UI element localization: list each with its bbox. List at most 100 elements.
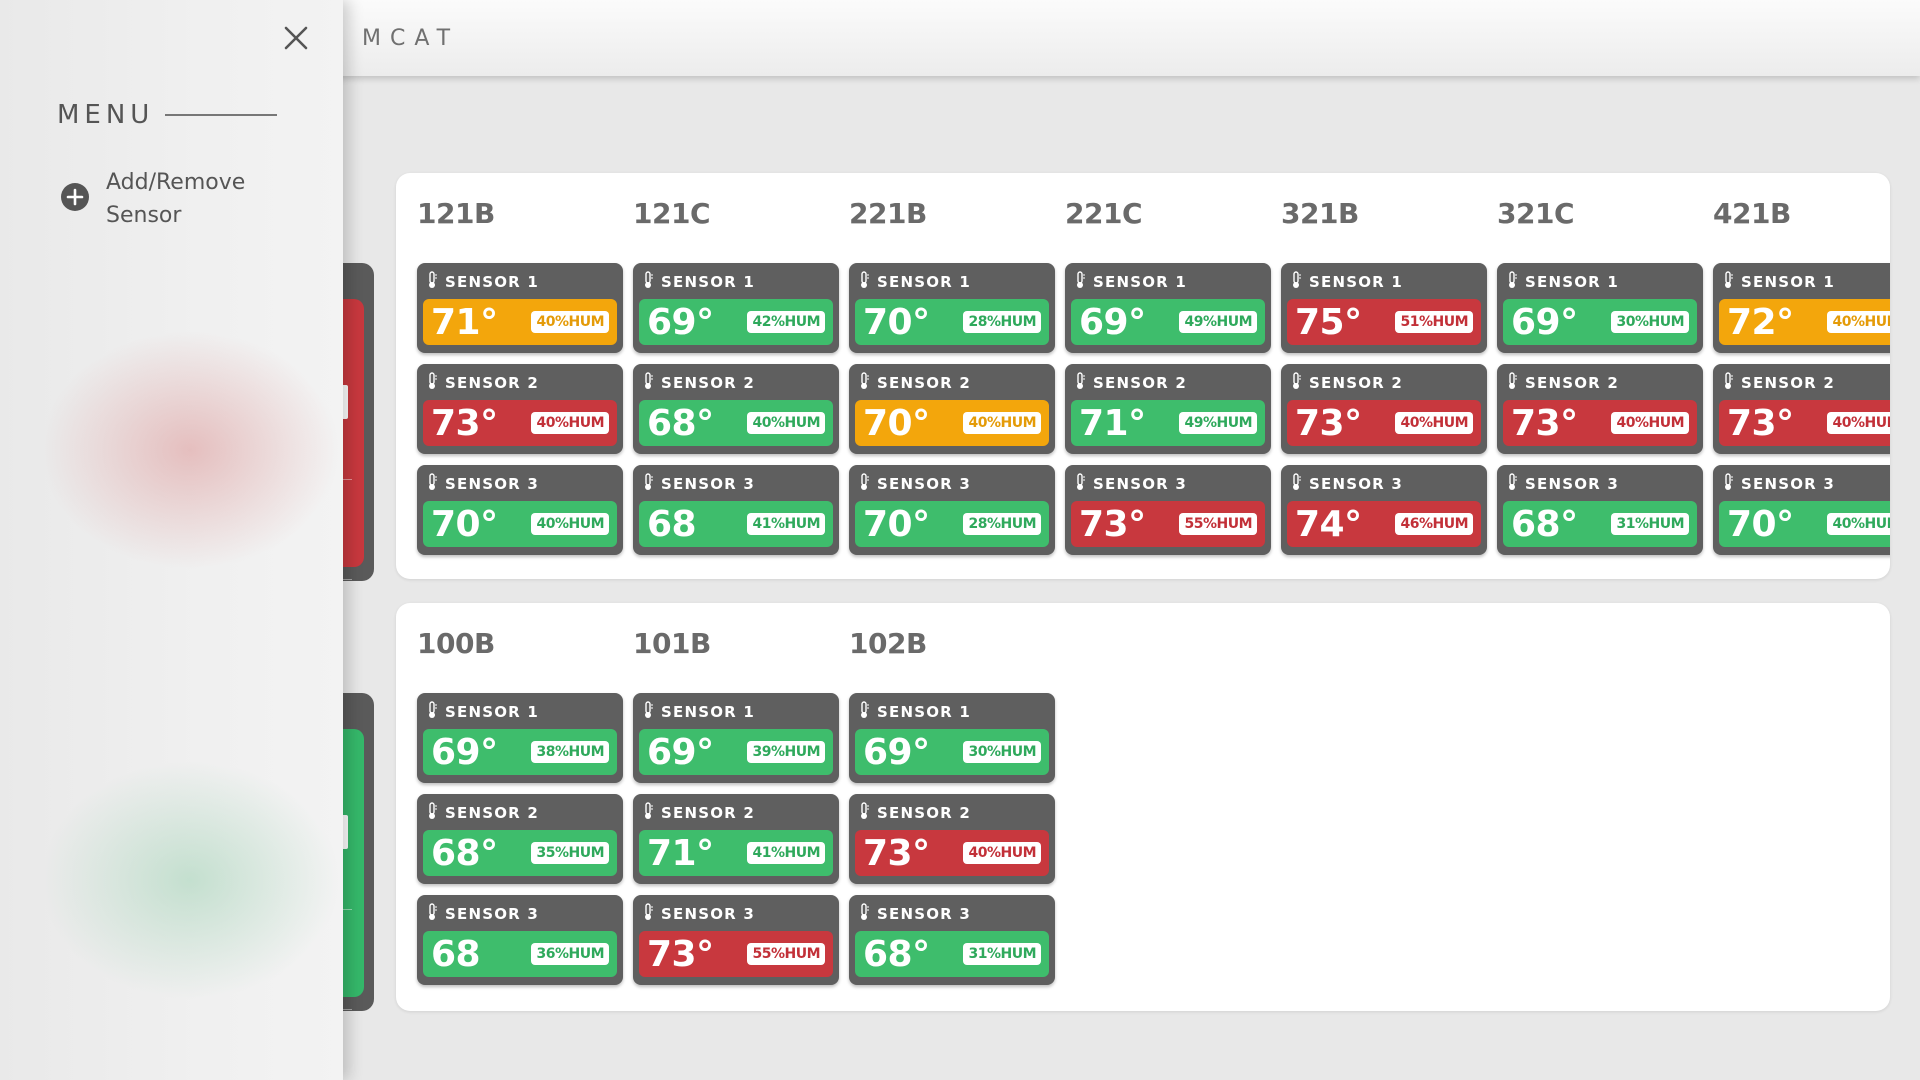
humidity-badge: 30%HUM: [1611, 311, 1689, 333]
sensor-card[interactable]: SENSOR 2 73° 40%HUM: [1713, 364, 1890, 454]
sensor-card[interactable]: SENSOR 2 73° 40%HUM: [1281, 364, 1487, 454]
room-column: 121C SENSOR 1 69° 42%HUM SENSOR 2 68° 40%HUM SE…: [633, 173, 839, 579]
sensor-label: SENSOR 2: [1309, 374, 1403, 392]
sensor-card[interactable]: SENSOR 1 69° 30%HUM: [849, 693, 1055, 783]
sensor-card[interactable]: SENSOR 3 70° 28%HUM: [849, 465, 1055, 555]
sensor-title: SENSOR 1: [1291, 271, 1403, 293]
temperature-value: 73°: [1079, 503, 1146, 545]
sensor-title: SENSOR 1: [643, 271, 755, 293]
sensor-card[interactable]: SENSOR 2 73° 40%HUM: [849, 794, 1055, 884]
sensor-label: SENSOR 1: [445, 703, 539, 721]
temperature-value: 68: [431, 933, 481, 975]
thermometer-icon: [643, 271, 653, 293]
sensor-title: SENSOR 2: [859, 802, 971, 824]
sensor-card[interactable]: SENSOR 2 68° 35%HUM: [417, 794, 623, 884]
sensor-reading-green: 68° 31%HUM: [855, 931, 1049, 977]
sensor-card[interactable]: SENSOR 3 74° 46%HUM: [1281, 465, 1487, 555]
sensor-card[interactable]: SENSOR 3 70° 40%HUM: [1713, 465, 1890, 555]
sensor-title: SENSOR 2: [427, 802, 539, 824]
sensor-title: SENSOR 3: [1075, 473, 1187, 495]
sensor-card[interactable]: SENSOR 2 71° 49%HUM: [1065, 364, 1271, 454]
sensor-title: SENSOR 2: [427, 372, 539, 394]
sensor-title: SENSOR 3: [1507, 473, 1619, 495]
sensor-title: SENSOR 2: [859, 372, 971, 394]
sensor-label: SENSOR 2: [877, 804, 971, 822]
sensor-label: SENSOR 2: [877, 374, 971, 392]
room-column: 100B SENSOR 1 69° 38%HUM SENSOR 2 68° 35%HUM SE…: [417, 603, 623, 1011]
sensor-reading-green: 69° 49%HUM: [1071, 299, 1265, 345]
humidity-badge: 55%HUM: [1179, 513, 1257, 535]
humidity-badge: 40%HUM: [1827, 412, 1890, 434]
sensor-card[interactable]: SENSOR 1 69° 30%HUM: [1497, 263, 1703, 353]
room-name: 121B: [417, 197, 495, 230]
add-remove-sensor-menu-item[interactable]: Add/Remove Sensor: [60, 166, 300, 230]
sensor-card[interactable]: SENSOR 1 71° 40%HUM: [417, 263, 623, 353]
sensor-card[interactable]: SENSOR 2 73° 40%HUM: [417, 364, 623, 454]
thermometer-icon: [1507, 372, 1517, 394]
sensor-card[interactable]: SENSOR 1 69° 39%HUM: [633, 693, 839, 783]
sensor-title: SENSOR 3: [427, 903, 539, 925]
room-column: 102B SENSOR 1 69° 30%HUM SENSOR 2 73° 40%HUM SE…: [849, 603, 1055, 1011]
humidity-badge: 28%HUM: [963, 311, 1041, 333]
sensor-reading-orange: 71° 40%HUM: [423, 299, 617, 345]
humidity-badge: 49%HUM: [1179, 311, 1257, 333]
temperature-value: 72°: [1727, 301, 1794, 343]
sensor-card[interactable]: SENSOR 2 71° 41%HUM: [633, 794, 839, 884]
temperature-value: 68°: [647, 402, 714, 444]
sensor-label: SENSOR 1: [1093, 273, 1187, 291]
sensor-card[interactable]: SENSOR 3 68° 31%HUM: [849, 895, 1055, 985]
sensor-card[interactable]: SENSOR 3 68 41%HUM: [633, 465, 839, 555]
sensor-card[interactable]: SENSOR 2 73° 40%HUM: [1497, 364, 1703, 454]
sensor-card[interactable]: SENSOR 3 73° 55%HUM: [1065, 465, 1271, 555]
room-column: 221C SENSOR 1 69° 49%HUM SENSOR 2 71° 49%HUM SE…: [1065, 173, 1271, 579]
temperature-value: 68°: [431, 832, 498, 874]
sensor-card[interactable]: SENSOR 3 70° 40%HUM: [417, 465, 623, 555]
thermometer-icon: [859, 701, 869, 723]
close-icon[interactable]: [280, 22, 312, 54]
thermometer-icon: [1291, 271, 1301, 293]
thermometer-icon: [427, 701, 437, 723]
sensor-card[interactable]: SENSOR 1 75° 51%HUM: [1281, 263, 1487, 353]
humidity-badge: 31%HUM: [1611, 513, 1689, 535]
sensor-card[interactable]: SENSOR 1 69° 49%HUM: [1065, 263, 1271, 353]
sensor-label: SENSOR 1: [877, 273, 971, 291]
sensor-card[interactable]: SENSOR 3 68 36%HUM: [417, 895, 623, 985]
sensor-card[interactable]: SENSOR 1 72° 40%HUM: [1713, 263, 1890, 353]
sensor-title: SENSOR 3: [427, 473, 539, 495]
room-column: 101B SENSOR 1 69° 39%HUM SENSOR 2 71° 41%HUM SE…: [633, 603, 839, 1011]
sensor-title: SENSOR 3: [1291, 473, 1403, 495]
humidity-badge: 41%HUM: [747, 842, 825, 864]
sensor-card[interactable]: SENSOR 3 73° 55%HUM: [633, 895, 839, 985]
sensor-reading-green: 68° 40%HUM: [639, 400, 833, 446]
sensor-card[interactable]: SENSOR 2 70° 40%HUM: [849, 364, 1055, 454]
temperature-value: 71°: [431, 301, 498, 343]
humidity-badge: 40%HUM: [1827, 513, 1890, 535]
temperature-value: 69°: [1511, 301, 1578, 343]
sensor-label: SENSOR 2: [661, 804, 755, 822]
sensor-title: SENSOR 1: [859, 271, 971, 293]
thermometer-icon: [1723, 473, 1733, 495]
room-name: 221C: [1065, 197, 1143, 230]
sensor-reading-green: 68 41%HUM: [639, 501, 833, 547]
temperature-value: 73°: [1511, 402, 1578, 444]
sensor-title: SENSOR 3: [1723, 473, 1835, 495]
humidity-badge: 40%HUM: [963, 412, 1041, 434]
humidity-badge: 30%HUM: [963, 741, 1041, 763]
sensor-reading-green: 69° 42%HUM: [639, 299, 833, 345]
sensor-card[interactable]: SENSOR 1 70° 28%HUM: [849, 263, 1055, 353]
sensor-reading-red: 73° 55%HUM: [1071, 501, 1265, 547]
sensor-card[interactable]: SENSOR 1 69° 38%HUM: [417, 693, 623, 783]
sensor-label: SENSOR 2: [445, 804, 539, 822]
humidity-badge: 40%HUM: [747, 412, 825, 434]
thermometer-icon: [643, 473, 653, 495]
humidity-badge: 40%HUM: [531, 513, 609, 535]
thermometer-icon: [1723, 271, 1733, 293]
thermometer-icon: [427, 903, 437, 925]
sensor-card[interactable]: SENSOR 1 69° 42%HUM: [633, 263, 839, 353]
thermometer-icon: [427, 372, 437, 394]
sensor-card[interactable]: SENSOR 3 68° 31%HUM: [1497, 465, 1703, 555]
sensor-title: SENSOR 1: [859, 701, 971, 723]
sensor-card[interactable]: SENSOR 2 68° 40%HUM: [633, 364, 839, 454]
sensor-label: SENSOR 2: [1741, 374, 1835, 392]
sensor-reading-red: 73° 55%HUM: [639, 931, 833, 977]
